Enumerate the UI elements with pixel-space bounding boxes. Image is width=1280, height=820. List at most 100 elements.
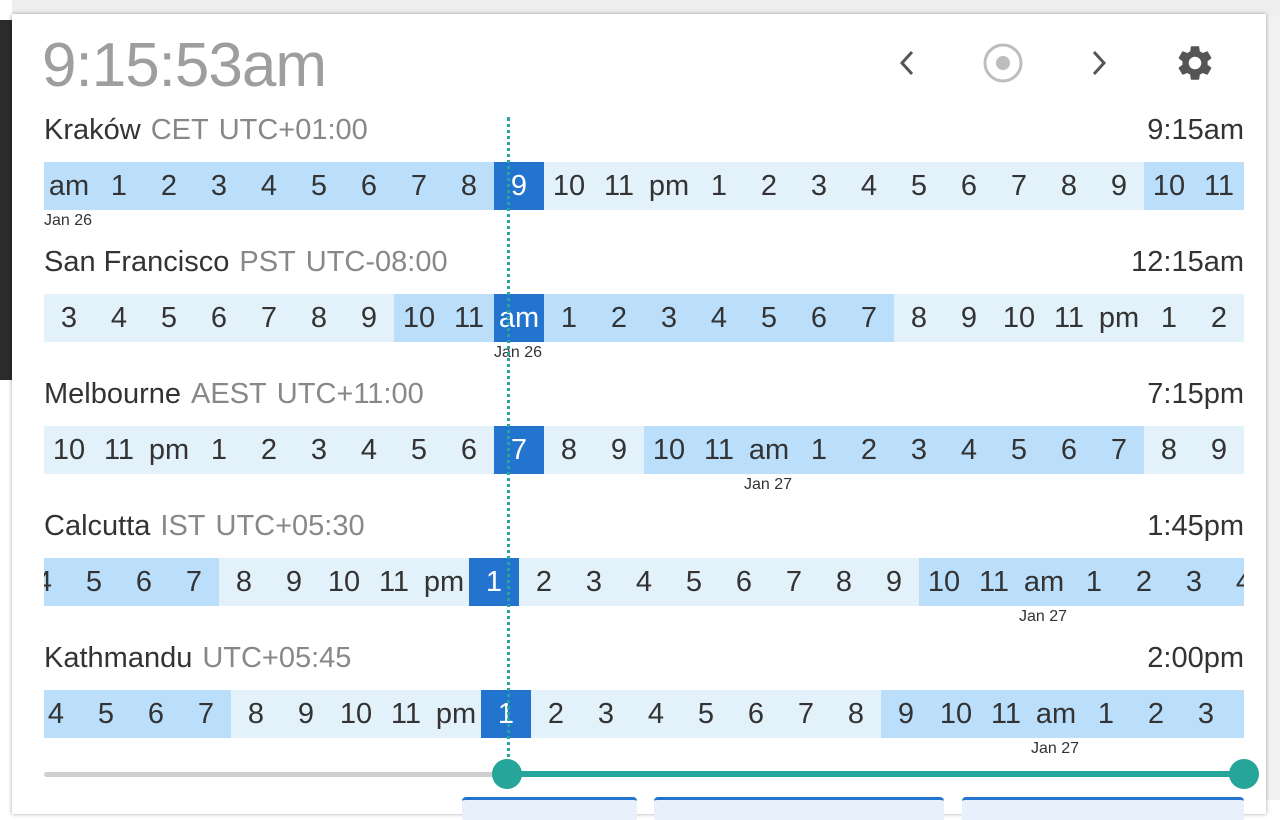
- slider-track[interactable]: [44, 772, 507, 777]
- hour-cell[interactable]: 7: [994, 162, 1044, 210]
- hour-cell[interactable]: 8: [1144, 426, 1194, 474]
- hour-cell[interactable]: 10: [394, 294, 444, 342]
- hour-cell[interactable]: am: [744, 426, 794, 474]
- hour-cell[interactable]: 2: [594, 294, 644, 342]
- hour-cell[interactable]: 7: [394, 162, 444, 210]
- hour-cell[interactable]: 4: [94, 294, 144, 342]
- hour-cell[interactable]: 6: [794, 294, 844, 342]
- hour-cell[interactable]: 4: [44, 558, 69, 606]
- hour-cell[interactable]: 8: [294, 294, 344, 342]
- slider-thumb-start[interactable]: [492, 759, 522, 789]
- hour-cell[interactable]: 4: [944, 426, 994, 474]
- hour-cell[interactable]: 11: [369, 558, 419, 606]
- hour-cell[interactable]: 5: [69, 558, 119, 606]
- hour-cell[interactable]: 3: [1181, 690, 1231, 738]
- hour-cell[interactable]: 9: [881, 690, 931, 738]
- hour-cell[interactable]: 8: [219, 558, 269, 606]
- hour-cell[interactable]: 11: [594, 162, 644, 210]
- hour-cell[interactable]: 10: [1144, 162, 1194, 210]
- next-button[interactable]: [1078, 42, 1120, 84]
- hour-cell[interactable]: 10: [919, 558, 969, 606]
- hour-cell[interactable]: 1: [794, 426, 844, 474]
- timezone-row[interactable]: Kathmandu UTC+05:45 2:00pm 4 5 6 7 8 9 10 11 pm 1 2 3 4…: [44, 642, 1244, 757]
- hour-cell[interactable]: 11: [694, 426, 744, 474]
- bottom-button-2[interactable]: [654, 797, 944, 820]
- hour-cell[interactable]: 6: [1044, 426, 1094, 474]
- hour-cell[interactable]: 2: [1194, 294, 1244, 342]
- hour-cell[interactable]: 10: [44, 426, 94, 474]
- hour-cell[interactable]: 10: [319, 558, 369, 606]
- hour-strip[interactable]: am 1 2 3 4 5 6 7 8 9 10 11 pm 1 2 3 4 5 6 7 8 9 10 11: [44, 162, 1244, 210]
- hour-cell[interactable]: 8: [894, 294, 944, 342]
- hour-cell[interactable]: 6: [444, 426, 494, 474]
- hour-cell[interactable]: 5: [394, 426, 444, 474]
- hour-cell[interactable]: am: [1031, 690, 1081, 738]
- hour-cell[interactable]: 9: [594, 426, 644, 474]
- hour-cell[interactable]: 1: [1069, 558, 1119, 606]
- hour-cell[interactable]: 11: [1194, 162, 1244, 210]
- settings-button[interactable]: [1174, 42, 1216, 84]
- slider-track-filled[interactable]: [507, 771, 1243, 777]
- hour-cell[interactable]: 1: [1144, 294, 1194, 342]
- hour-cell[interactable]: 2: [519, 558, 569, 606]
- hour-cell[interactable]: 8: [444, 162, 494, 210]
- hour-cell[interactable]: 4: [1231, 690, 1244, 738]
- hour-cell[interactable]: 11: [381, 690, 431, 738]
- hour-cell[interactable]: pm: [144, 426, 194, 474]
- hour-cell[interactable]: 4: [619, 558, 669, 606]
- hour-cell[interactable]: 10: [994, 294, 1044, 342]
- hour-cell[interactable]: 3: [44, 294, 94, 342]
- hour-cell[interactable]: 11: [444, 294, 494, 342]
- hour-cell[interactable]: 5: [681, 690, 731, 738]
- hour-cell[interactable]: 3: [194, 162, 244, 210]
- hour-cell[interactable]: 7: [244, 294, 294, 342]
- hour-cell[interactable]: 2: [744, 162, 794, 210]
- hour-cell[interactable]: 4: [344, 426, 394, 474]
- hour-cell[interactable]: 2: [1119, 558, 1169, 606]
- hour-cell[interactable]: 4: [244, 162, 294, 210]
- hour-cell[interactable]: 6: [731, 690, 781, 738]
- hour-cell[interactable]: 4: [1219, 558, 1244, 606]
- hour-strip[interactable]: 3 4 5 6 7 8 9 10 11 am 1 2 3 4 5 6 7 8 9 10 11 pm 1 2: [44, 294, 1244, 342]
- hour-cell[interactable]: 5: [669, 558, 719, 606]
- timezone-row[interactable]: San Francisco PST UTC-08:00 12:15am 3 4 5 6 7 8 9 1…: [44, 246, 1244, 361]
- hour-cell[interactable]: 5: [294, 162, 344, 210]
- hour-strip[interactable]: 4567891011pm1234567891011am1234: [44, 690, 1244, 738]
- current-hour-cell[interactable]: 1: [481, 690, 531, 738]
- hour-cell[interactable]: 4: [44, 690, 81, 738]
- hour-cell[interactable]: 5: [994, 426, 1044, 474]
- hour-cell[interactable]: pm: [1094, 294, 1144, 342]
- hour-cell[interactable]: 1: [1081, 690, 1131, 738]
- hour-cell[interactable]: 3: [644, 294, 694, 342]
- hour-cell[interactable]: 7: [844, 294, 894, 342]
- hour-cell[interactable]: 3: [569, 558, 619, 606]
- hour-cell[interactable]: 3: [794, 162, 844, 210]
- hour-cell[interactable]: 2: [144, 162, 194, 210]
- hour-cell[interactable]: 5: [81, 690, 131, 738]
- bottom-button-3[interactable]: [962, 797, 1244, 820]
- hour-cell[interactable]: 3: [294, 426, 344, 474]
- hour-cell[interactable]: 8: [1044, 162, 1094, 210]
- hour-cell[interactable]: 6: [194, 294, 244, 342]
- hour-cell[interactable]: 7: [169, 558, 219, 606]
- hour-cell[interactable]: 1: [194, 426, 244, 474]
- current-hour-cell[interactable]: 9: [494, 162, 544, 210]
- hour-cell[interactable]: 4: [694, 294, 744, 342]
- timezone-row[interactable]: Melbourne AEST UTC+11:00 7:15pm 10 11 pm 1 2 3 4 5 6…: [44, 378, 1244, 493]
- hour-cell[interactable]: 9: [269, 558, 319, 606]
- hour-cell[interactable]: 11: [94, 426, 144, 474]
- hour-cell[interactable]: 6: [719, 558, 769, 606]
- hour-cell[interactable]: 9: [281, 690, 331, 738]
- hour-cell[interactable]: 11: [981, 690, 1031, 738]
- hour-cell[interactable]: 1: [544, 294, 594, 342]
- hour-cell[interactable]: 6: [344, 162, 394, 210]
- hour-strip[interactable]: 4567891011pm1234567891011am1234: [44, 558, 1244, 606]
- hour-cell[interactable]: 6: [944, 162, 994, 210]
- hour-cell[interactable]: 8: [544, 426, 594, 474]
- hour-strip[interactable]: 10 11 pm 1 2 3 4 5 6 7 8 9 10 11 am 1 2 3 4 5 6 7 8 9: [44, 426, 1244, 474]
- hour-cell[interactable]: 10: [644, 426, 694, 474]
- hour-cell[interactable]: 10: [331, 690, 381, 738]
- hour-cell[interactable]: 3: [1169, 558, 1219, 606]
- hour-cell[interactable]: 9: [1194, 426, 1244, 474]
- hour-cell[interactable]: 6: [131, 690, 181, 738]
